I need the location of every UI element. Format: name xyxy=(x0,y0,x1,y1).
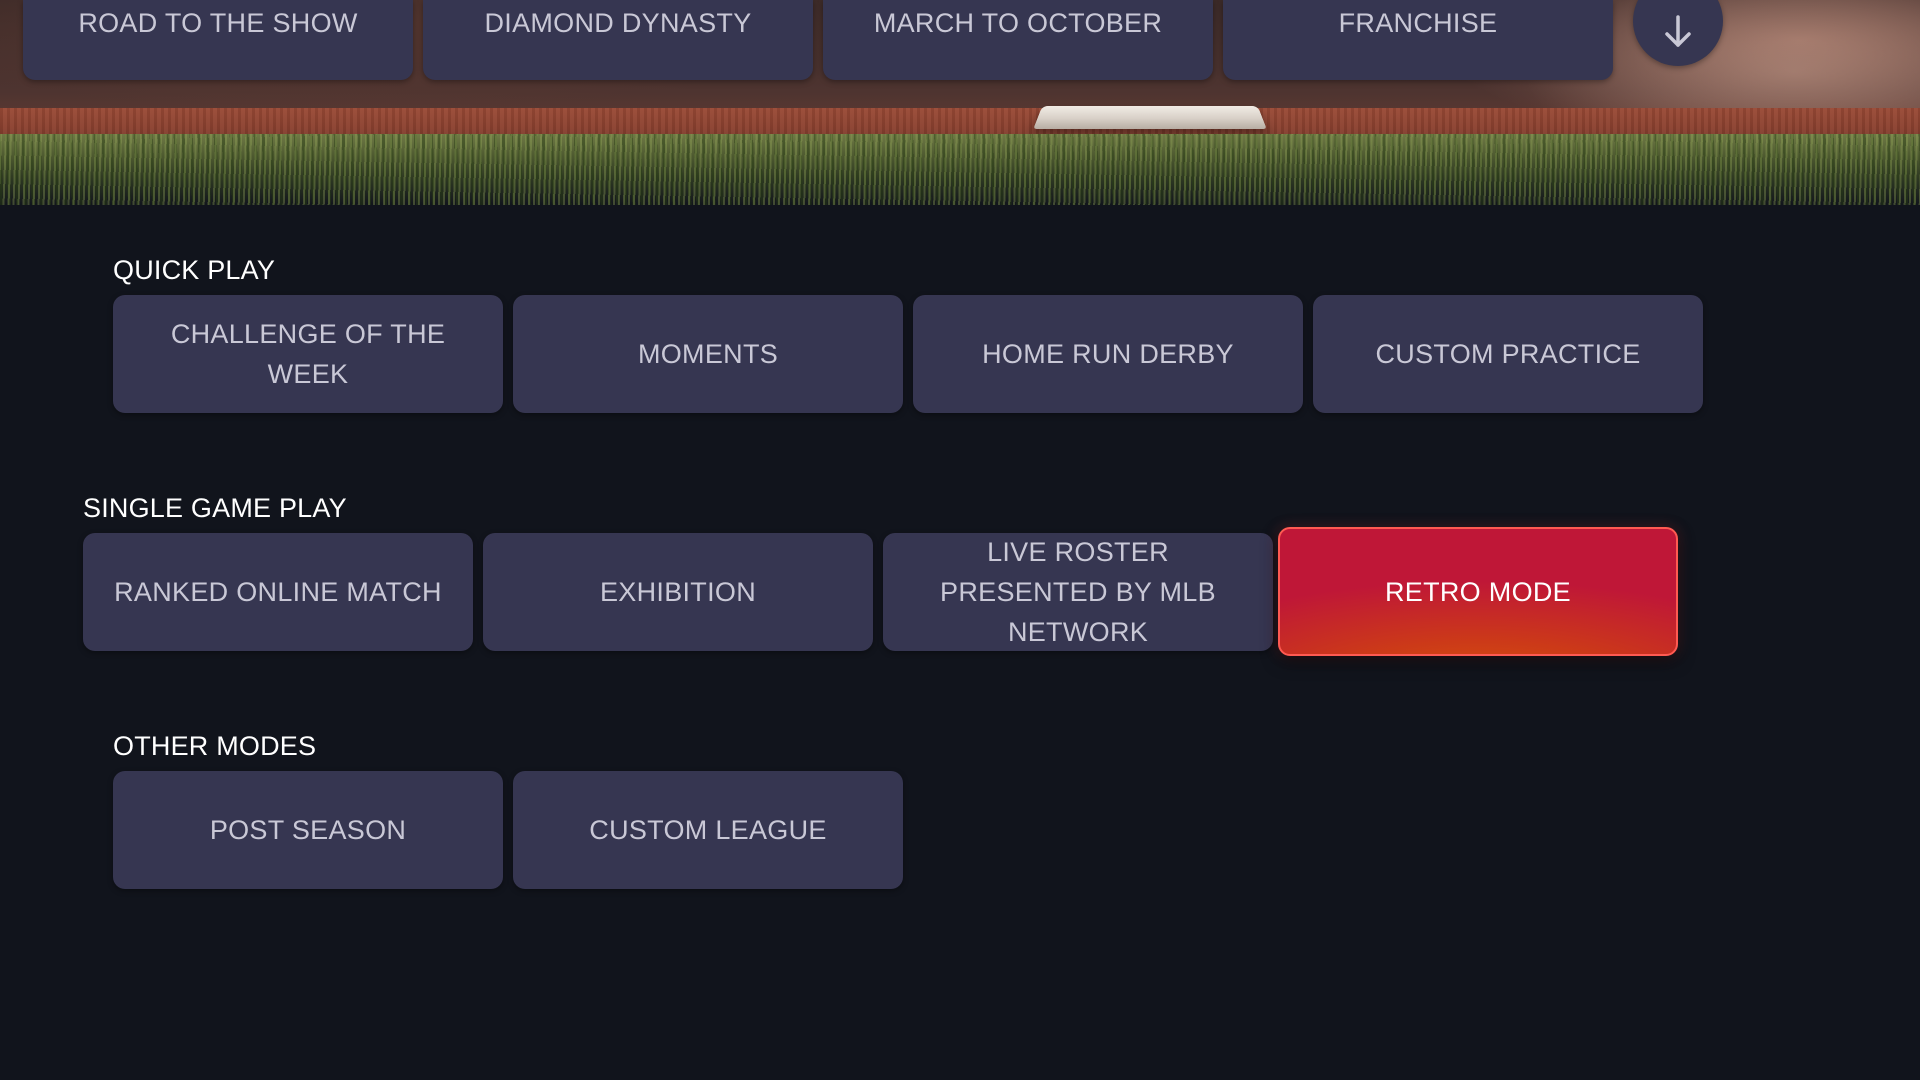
tab-road-to-the-show[interactable]: ROAD TO THE SHOW xyxy=(23,0,413,80)
ranked-online-match-button[interactable]: RANKED ONLINE MATCH xyxy=(83,533,473,651)
moments-button[interactable]: MOMENTS xyxy=(513,295,903,413)
challenge-of-the-week-button[interactable]: CHALLENGE OF THE WEEK xyxy=(113,295,503,413)
section-title-quick-play: QUICK PLAY xyxy=(113,255,276,285)
section-title-other-modes: OTHER MODES xyxy=(113,731,317,761)
tab-franchise[interactable]: FRANCHISE xyxy=(1223,0,1613,80)
live-roster-button[interactable]: LIVE ROSTER PRESENTED BY MLB NETWORK xyxy=(883,533,1273,651)
custom-practice-button[interactable]: CUSTOM PRACTICE xyxy=(1313,295,1703,413)
game-modes-screen: ROAD TO THE SHOW DIAMOND DYNASTY MARCH T… xyxy=(0,0,1920,1080)
custom-league-button[interactable]: CUSTOM LEAGUE xyxy=(513,771,903,889)
grass-strip xyxy=(0,134,1920,205)
home-run-derby-button[interactable]: HOME RUN DERBY xyxy=(913,295,1303,413)
retro-mode-button[interactable]: RETRO MODE xyxy=(1278,527,1678,656)
tab-march-to-october[interactable]: MARCH TO OCTOBER xyxy=(823,0,1213,80)
section-title-single-game-play: SINGLE GAME PLAY xyxy=(83,493,347,523)
arrow-down-icon xyxy=(1665,15,1691,47)
tab-diamond-dynasty[interactable]: DIAMOND DYNASTY xyxy=(423,0,813,80)
base-plate-image xyxy=(1033,105,1267,129)
exhibition-button[interactable]: EXHIBITION xyxy=(483,533,873,651)
post-season-button[interactable]: POST SEASON xyxy=(113,771,503,889)
